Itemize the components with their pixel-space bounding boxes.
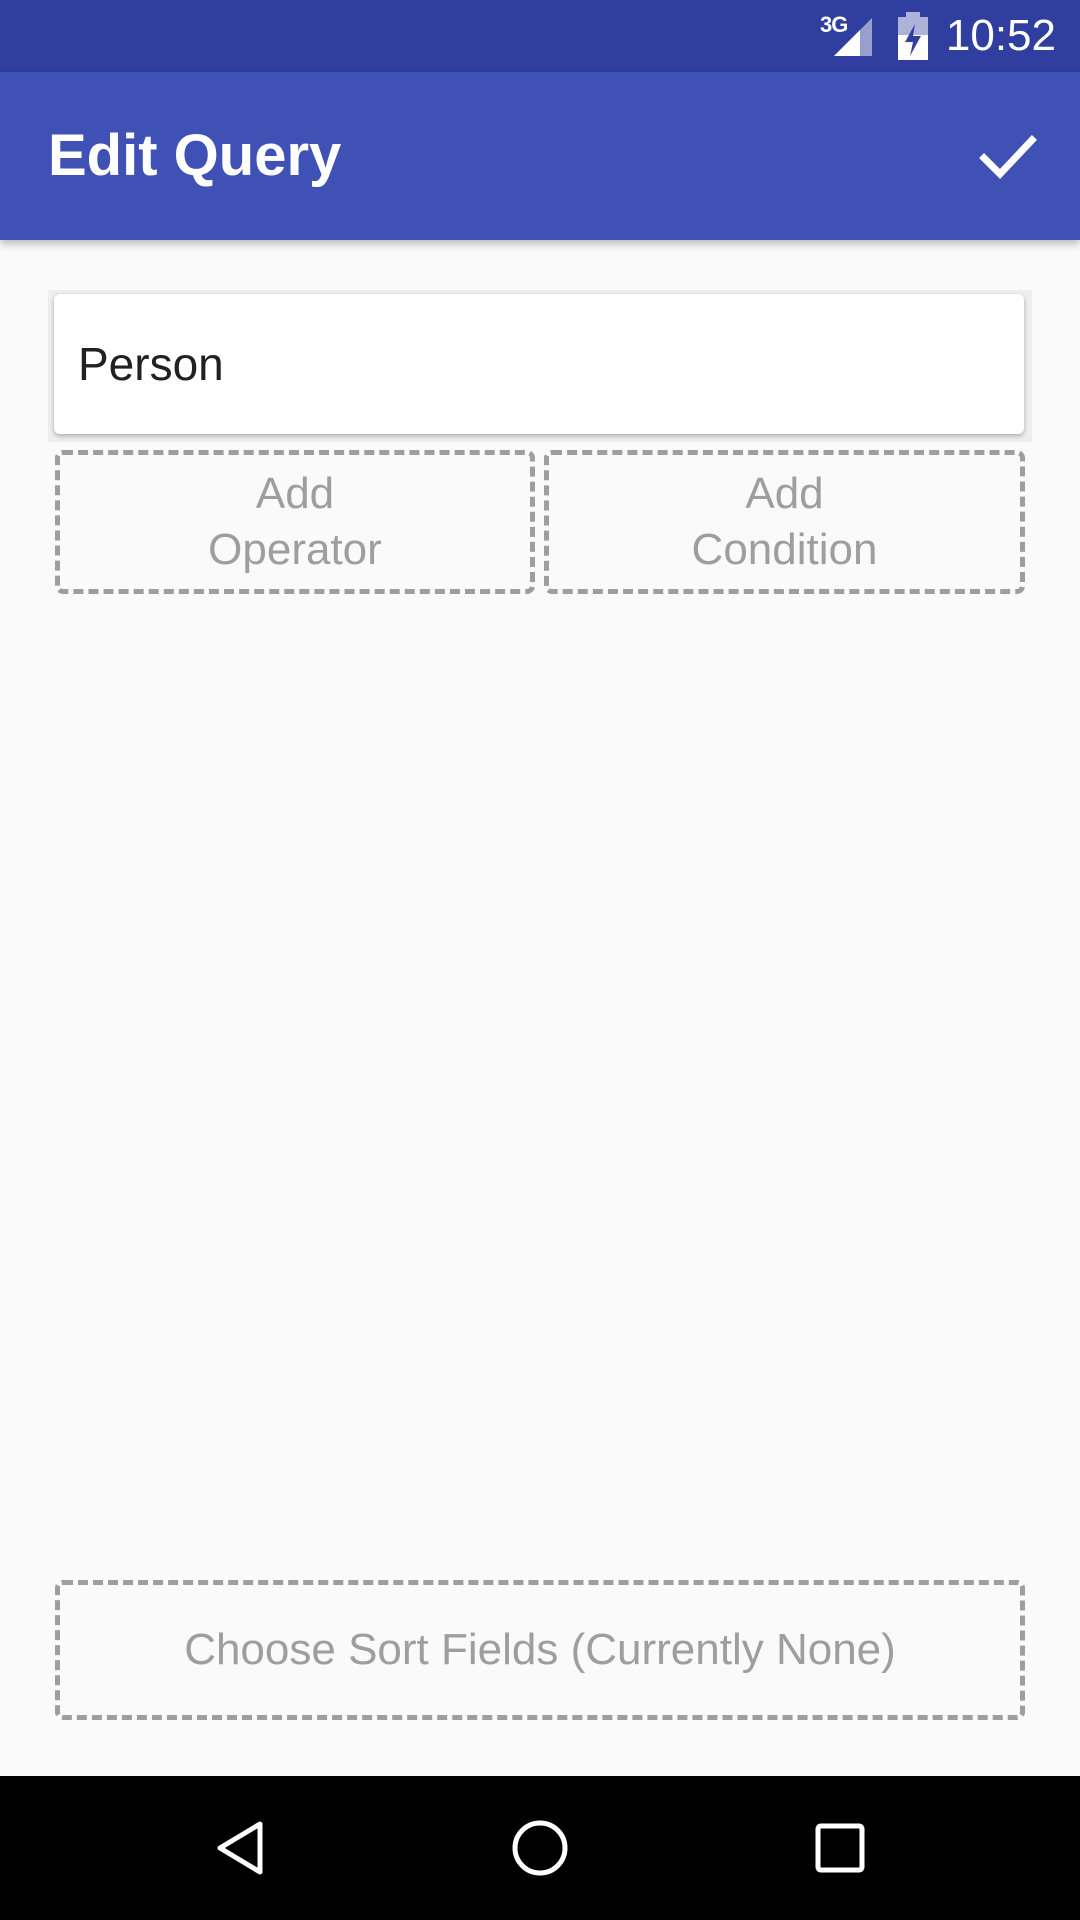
recents-icon bbox=[815, 1823, 865, 1873]
add-operator-button[interactable]: Add Operator bbox=[55, 450, 535, 594]
choose-sort-fields-button[interactable]: Choose Sort Fields (Currently None) bbox=[55, 1580, 1025, 1720]
signal-icon bbox=[834, 18, 872, 56]
query-root-container: Person bbox=[48, 290, 1032, 442]
page-title: Edit Query bbox=[48, 123, 342, 188]
add-operator-label-line1: Add bbox=[255, 469, 335, 518]
add-condition-label-line2: Condition bbox=[691, 525, 878, 574]
checkmark-icon bbox=[979, 135, 1037, 180]
nav-home-button[interactable] bbox=[500, 1808, 580, 1888]
navigation-bar bbox=[0, 1776, 1080, 1920]
add-operator-label-line2: Operator bbox=[208, 525, 382, 574]
add-condition-label-line1: Add bbox=[745, 469, 824, 518]
status-clock: 10:52 bbox=[945, 11, 1056, 60]
home-icon bbox=[512, 1820, 568, 1876]
nav-recents-button[interactable] bbox=[800, 1808, 880, 1888]
sort-fields-label: Choose Sort Fields (Currently None) bbox=[184, 1625, 896, 1674]
add-condition-button[interactable]: Add Condition bbox=[544, 450, 1025, 594]
confirm-button[interactable] bbox=[960, 108, 1056, 204]
app-bar: Edit Query bbox=[0, 72, 1080, 240]
nav-back-button[interactable] bbox=[200, 1808, 280, 1888]
entity-card[interactable]: Person bbox=[54, 294, 1024, 434]
status-bar: 3G 10:52 bbox=[0, 0, 1080, 72]
battery-charging-icon bbox=[898, 12, 928, 60]
back-icon bbox=[217, 1821, 263, 1875]
